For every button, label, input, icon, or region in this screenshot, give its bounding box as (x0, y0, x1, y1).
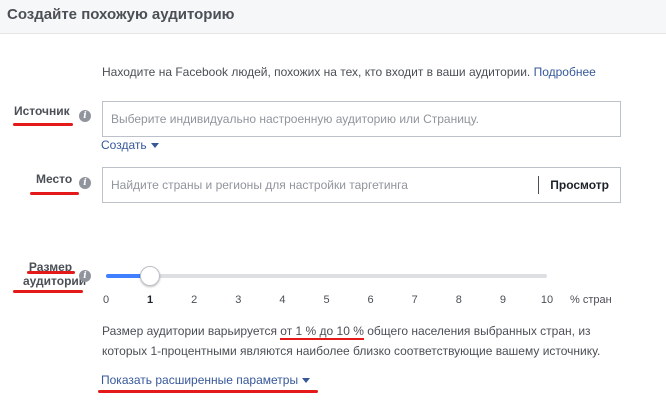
audience-size-slider-track[interactable] (106, 274, 547, 278)
location-input[interactable]: Найдите страны и регионы для настройки т… (102, 167, 621, 203)
source-placeholder: Выберите индивидуально настроенную аудит… (111, 112, 479, 126)
slider-tick: 2 (191, 294, 198, 306)
description-range: от 1 % до 10 % (280, 324, 364, 340)
location-placeholder: Найдите страны и регионы для настройки т… (111, 178, 408, 192)
annotation-underline (13, 290, 83, 293)
slider-tick: 1 (147, 294, 154, 306)
annotation-underline (30, 192, 79, 195)
audience-size-slider-handle[interactable] (140, 266, 161, 286)
slider-tick: 6 (367, 294, 374, 306)
info-icon[interactable]: i (79, 110, 91, 122)
audience-size-label: Размер аудитории (23, 260, 87, 288)
source-label: Источник (14, 104, 70, 118)
chevron-down-icon (302, 378, 311, 384)
intro-description: Находите на Facebook людей, похожих на т… (102, 65, 531, 79)
learn-more-link[interactable]: Подробнее (534, 65, 596, 79)
chevron-down-icon (150, 143, 159, 149)
dialog-title: Создайте похожую аудиторию (7, 6, 235, 23)
annotation-underline (13, 123, 73, 126)
slider-tick: 9 (499, 294, 506, 306)
audience-size-label-line2: аудитории (23, 274, 87, 288)
slider-tick: 5 (323, 294, 330, 306)
slider-tick: 8 (455, 294, 462, 306)
show-advanced-options-link[interactable]: Показать расширенные параметры (101, 373, 311, 387)
info-icon[interactable]: i (79, 270, 91, 282)
slider-tick: 10 (540, 294, 554, 306)
audience-size-description: Размер аудитории варьируется от 1 % до 1… (102, 321, 622, 361)
slider-tick: 3 (235, 294, 242, 306)
source-input[interactable]: Выберите индивидуально настроенную аудит… (102, 101, 621, 137)
slider-tick: 7 (411, 294, 418, 306)
info-icon[interactable]: i (79, 177, 91, 189)
create-link-label: Создать (101, 138, 147, 152)
dialog-header: Создайте похожую аудиторию (0, 0, 666, 34)
slider-unit-label: % стран (570, 294, 612, 306)
slider-tick: 4 (279, 294, 286, 306)
description-before: Размер аудитории варьируется (102, 324, 281, 338)
location-label: Место (36, 172, 73, 186)
annotation-underline (98, 390, 318, 393)
slider-tick: 0 (102, 294, 110, 306)
create-dropdown-link[interactable]: Создать (101, 138, 159, 152)
advanced-link-label: Показать расширенные параметры (101, 373, 299, 387)
browse-button[interactable]: Просмотр (538, 176, 620, 194)
intro-text: Находите на Facebook людей, похожих на т… (102, 65, 596, 79)
annotation-underline (27, 271, 75, 274)
